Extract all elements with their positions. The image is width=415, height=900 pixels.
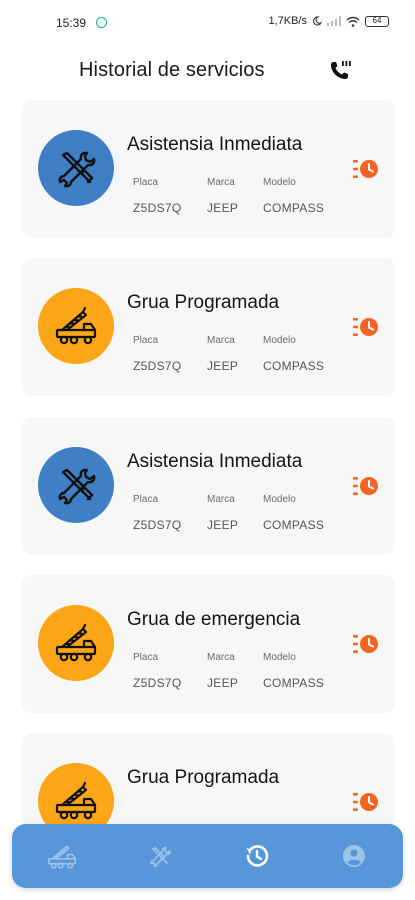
history-icon bbox=[246, 845, 269, 867]
signal-icon bbox=[327, 16, 341, 26]
battery-icon: 64 bbox=[365, 15, 389, 27]
phone-call-icon[interactable] bbox=[327, 57, 353, 83]
status-right: 1,7KB/s 64 bbox=[268, 15, 389, 27]
status-bar: 15:39 1,7KB/s 64 bbox=[0, 0, 415, 44]
tools-icon bbox=[58, 151, 96, 188]
service-history-icon[interactable] bbox=[352, 156, 380, 182]
modelo-label: Modelo bbox=[263, 652, 296, 663]
service-title: Grua de emergencia bbox=[127, 609, 301, 630]
network-speed: 1,7KB/s bbox=[268, 15, 307, 27]
service-card[interactable]: Asistensia Inmediata Placa Marca Modelo … bbox=[22, 100, 395, 238]
modelo-label: Modelo bbox=[263, 177, 296, 188]
crane-truck-icon bbox=[55, 781, 97, 820]
marca-value: JEEP bbox=[207, 359, 239, 373]
placa-value: Z5DS7Q bbox=[133, 359, 182, 373]
page-title: Historial de servicios bbox=[79, 59, 265, 81]
service-card[interactable]: Grua de emergencia Placa Marca Modelo Z5… bbox=[22, 575, 395, 713]
service-avatar bbox=[38, 447, 114, 523]
marca-label: Marca bbox=[207, 652, 235, 663]
moon-status-icon bbox=[313, 16, 322, 26]
dark-mode-icon[interactable] bbox=[380, 57, 406, 83]
service-title: Grua Programada bbox=[127, 767, 280, 788]
crane-truck-icon bbox=[55, 306, 97, 345]
nav-history[interactable] bbox=[239, 838, 275, 874]
marca-value: JEEP bbox=[207, 518, 239, 532]
service-history-icon[interactable] bbox=[352, 789, 380, 815]
placa-value: Z5DS7Q bbox=[133, 201, 182, 215]
account-icon bbox=[343, 845, 365, 867]
bottom-nav bbox=[12, 824, 403, 888]
placa-label: Placa bbox=[133, 494, 159, 505]
tools-icon bbox=[58, 468, 96, 505]
marca-label: Marca bbox=[207, 494, 235, 505]
service-avatar bbox=[38, 605, 114, 681]
placa-value: Z5DS7Q bbox=[133, 518, 182, 532]
service-title: Asistensia Inmediata bbox=[127, 451, 303, 472]
service-history-icon[interactable] bbox=[352, 631, 380, 657]
modelo-value: COMPASS bbox=[263, 201, 325, 215]
modelo-value: COMPASS bbox=[263, 676, 325, 690]
nav-account[interactable] bbox=[336, 838, 372, 874]
tools-icon bbox=[150, 846, 171, 867]
service-card[interactable]: Asistensia Inmediata Placa Marca Modelo … bbox=[22, 417, 395, 555]
app-header: Historial de servicios bbox=[0, 44, 415, 96]
modelo-label: Modelo bbox=[263, 335, 296, 346]
wifi-icon bbox=[346, 16, 360, 27]
service-title: Asistensia Inmediata bbox=[127, 134, 303, 155]
crane-truck-icon bbox=[55, 623, 97, 662]
placa-label: Placa bbox=[133, 652, 159, 663]
service-avatar bbox=[38, 130, 114, 206]
status-time: 15:39 bbox=[56, 16, 87, 30]
placa-label: Placa bbox=[133, 335, 159, 346]
service-avatar bbox=[38, 288, 114, 364]
modelo-value: COMPASS bbox=[263, 359, 325, 373]
service-history-icon[interactable] bbox=[352, 473, 380, 499]
service-history-icon[interactable] bbox=[352, 314, 380, 340]
placa-value: Z5DS7Q bbox=[133, 676, 182, 690]
nav-tow-services[interactable] bbox=[44, 838, 80, 874]
service-card[interactable]: Grua Programada Placa Marca Modelo Z5DS7… bbox=[22, 258, 395, 396]
service-title: Grua Programada bbox=[127, 292, 280, 313]
modelo-value: COMPASS bbox=[263, 518, 325, 532]
placa-label: Placa bbox=[133, 177, 159, 188]
modelo-label: Modelo bbox=[263, 494, 296, 505]
marca-value: JEEP bbox=[207, 676, 239, 690]
marca-value: JEEP bbox=[207, 201, 239, 215]
marca-label: Marca bbox=[207, 177, 235, 188]
status-sync-icon bbox=[96, 17, 107, 28]
nav-assistance[interactable] bbox=[142, 838, 178, 874]
crane-truck-icon bbox=[47, 845, 77, 869]
marca-label: Marca bbox=[207, 335, 235, 346]
